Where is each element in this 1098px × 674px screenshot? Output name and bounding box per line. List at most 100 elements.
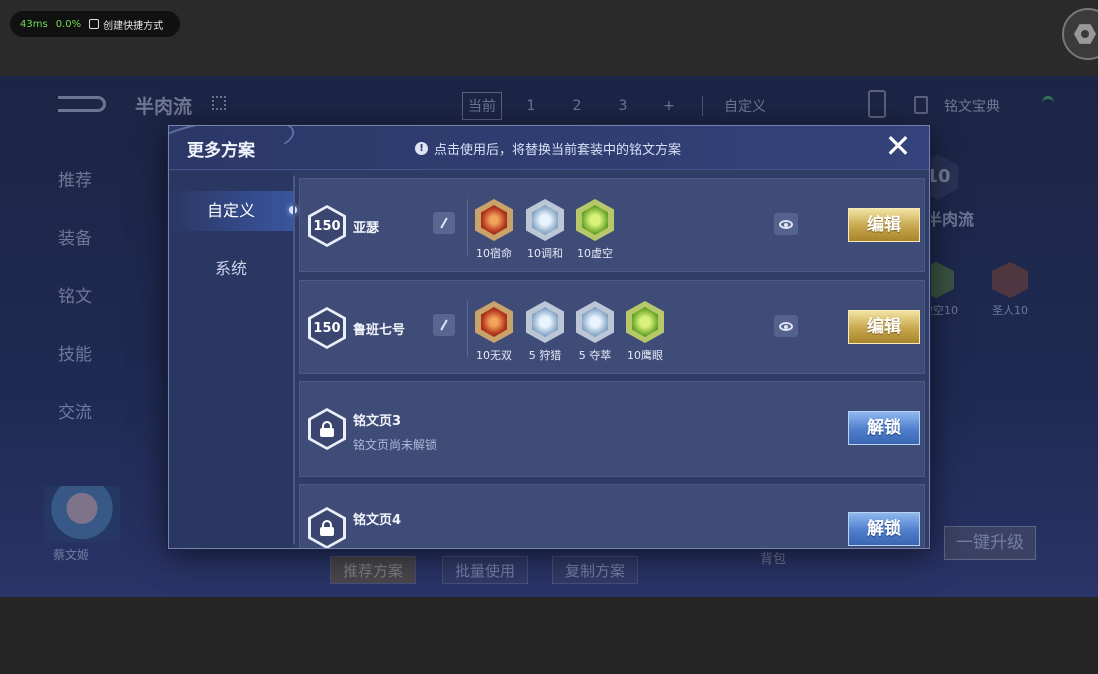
plan-name: 鲁班七号 [353,323,406,338]
side-nav-equipment[interactable]: 装备 [58,210,92,268]
modal-notice: ! 点击使用后，将替换当前套装中的铭文方案 [415,139,681,158]
side-nav-recommend[interactable]: 推荐 [58,152,92,210]
bag-label[interactable]: 背包 [760,548,786,567]
rename-pencil-icon[interactable] [433,314,455,336]
emulator-bottom-bar [0,597,1098,674]
side-nav: 推荐 装备 铭文 技能 交流 [58,152,92,442]
tab-3[interactable]: 3 [600,98,646,114]
lock-icon [320,421,334,437]
void-rune-icon [576,199,614,241]
performance-overlay: 43ms 0.0% 创建快捷方式 [10,11,180,37]
tab-system-plans[interactable]: 系统 [169,249,293,289]
level-value: 150 [311,208,343,244]
latency-readout: 43ms [20,18,48,30]
unlock-button[interactable]: 解锁 [848,512,920,546]
more-plans-modal: 更多方案 ! 点击使用后，将替换当前套装中的铭文方案 ✕ 自定义 系统 150 … [168,125,930,549]
rune-item[interactable]: 10鹰眼 [620,301,670,363]
copy-plan-button[interactable]: 复制方案 [552,556,639,584]
level-badge: 150 [308,307,346,349]
tab-add[interactable]: + [646,98,692,114]
grid-icon[interactable] [212,96,226,110]
hawkeye-rune-icon [626,301,664,343]
rune-item[interactable]: 10虚空 [570,199,620,261]
tab-1[interactable]: 1 [508,98,554,114]
plan-name: 铭文页4 [353,513,402,528]
hero-preset-title: 半肉流 [135,96,193,118]
preview-eye-button[interactable] [774,213,798,235]
hexagon-nut-icon [1074,24,1096,44]
tab-custom[interactable]: 自定义 [715,96,775,116]
rune-item[interactable]: 5 狩猎 [520,301,570,363]
emulator-top-bar: 43ms 0.0% 创建快捷方式 [0,0,1098,76]
plan-card: 150 亚瑟 10宿命 10调和 10虚空 编辑 [299,178,925,272]
rune-mini-sage-label: 圣人10 [992,304,1028,317]
rune-book-link[interactable]: 铭文宝典 [944,96,1000,116]
book-icon [914,96,928,114]
lock-icon [320,520,334,536]
rune-mini-sage [992,262,1028,298]
recommend-plan-button[interactable]: 推荐方案 [330,556,417,584]
plan-name: 铭文页3 [353,414,402,429]
back-logo-icon[interactable] [58,96,106,112]
side-nav-skills[interactable]: 技能 [58,326,92,384]
rune-label: 5 夺萃 [578,349,612,362]
rune-label: 10调和 [527,247,563,260]
level-value: 150 [311,310,343,346]
notice-text: 点击使用后，将替换当前套装中的铭文方案 [434,143,682,158]
side-nav-runes[interactable]: 铭文 [58,268,92,326]
create-shortcut-link[interactable]: 创建快捷方式 [89,17,163,32]
rune-label: 10宿命 [476,247,512,260]
fate-rune-icon [475,199,513,241]
cpu-readout: 0.0% [55,18,82,30]
card-divider [467,199,468,255]
eye-icon [779,219,793,229]
info-icon: ! [415,142,428,155]
modal-header: 更多方案 ! 点击使用后，将替换当前套装中的铭文方案 ✕ [169,126,929,175]
shortcut-icon [89,19,100,29]
locked-plan-card: 铭文页3 铭文页尚未解锁 解锁 [299,381,925,477]
preset-tabs: 当前 1 2 3 + 自定义 [462,92,775,120]
plan-card: 150 鲁班七号 10无双 5 狩猎 5 夺萃 10鹰眼 编辑 [299,280,925,374]
rune-item[interactable]: 5 夺萃 [570,301,620,363]
lock-badge [308,507,346,548]
harmony-rune-icon [526,199,564,241]
rune-item[interactable]: 10宿命 [469,199,519,261]
unlock-button[interactable]: 解锁 [848,411,920,445]
tab-divider [702,96,703,116]
close-button[interactable]: ✕ [881,130,915,164]
batch-use-button[interactable]: 批量使用 [442,556,529,584]
wifi-icon [1042,96,1054,110]
player-avatar[interactable] [44,486,120,542]
player-name: 蔡文姬 [53,548,90,562]
extract-rune-icon [576,301,614,343]
plan-name: 亚瑟 [353,221,380,236]
rune-label: 5 狩猎 [528,349,562,362]
rune-item[interactable]: 10调和 [520,199,570,261]
rune-item[interactable]: 10无双 [469,301,519,363]
rune-label: 10鹰眼 [627,349,663,362]
rune-label: 10无双 [476,349,512,362]
edit-button[interactable]: 编辑 [848,310,920,344]
level-badge: 150 [308,205,346,247]
side-nav-chat[interactable]: 交流 [58,384,92,442]
floating-settings-button[interactable] [1062,8,1098,60]
sidebar-divider [293,176,295,544]
rename-pencil-icon[interactable] [433,212,455,234]
tab-custom-plans[interactable]: 自定义 [169,191,297,231]
hunt-rune-icon [526,301,564,343]
phone-icon[interactable] [868,90,886,118]
edit-button[interactable]: 编辑 [848,208,920,242]
lock-badge [308,408,346,450]
modal-category-sidebar: 自定义 系统 [169,171,297,548]
rune-label: 10虚空 [577,247,613,260]
preview-eye-button[interactable] [774,315,798,337]
card-divider [467,301,468,357]
tab-2[interactable]: 2 [554,98,600,114]
peerless-rune-icon [475,301,513,343]
game-screen: 半肉流 当前 1 2 3 + 自定义 铭文宝典 推荐 装备 铭文 技能 交流 1… [0,76,1098,597]
plan-list[interactable]: 150 亚瑟 10宿命 10调和 10虚空 编辑 150 鲁班七号 10无双 5… [299,178,925,548]
locked-plan-card: 铭文页4 解锁 [299,484,925,548]
one-click-upgrade-button[interactable]: 一键升级 [944,526,1036,560]
tab-current[interactable]: 当前 [462,92,502,120]
locked-status: 铭文页尚未解锁 [353,438,438,452]
